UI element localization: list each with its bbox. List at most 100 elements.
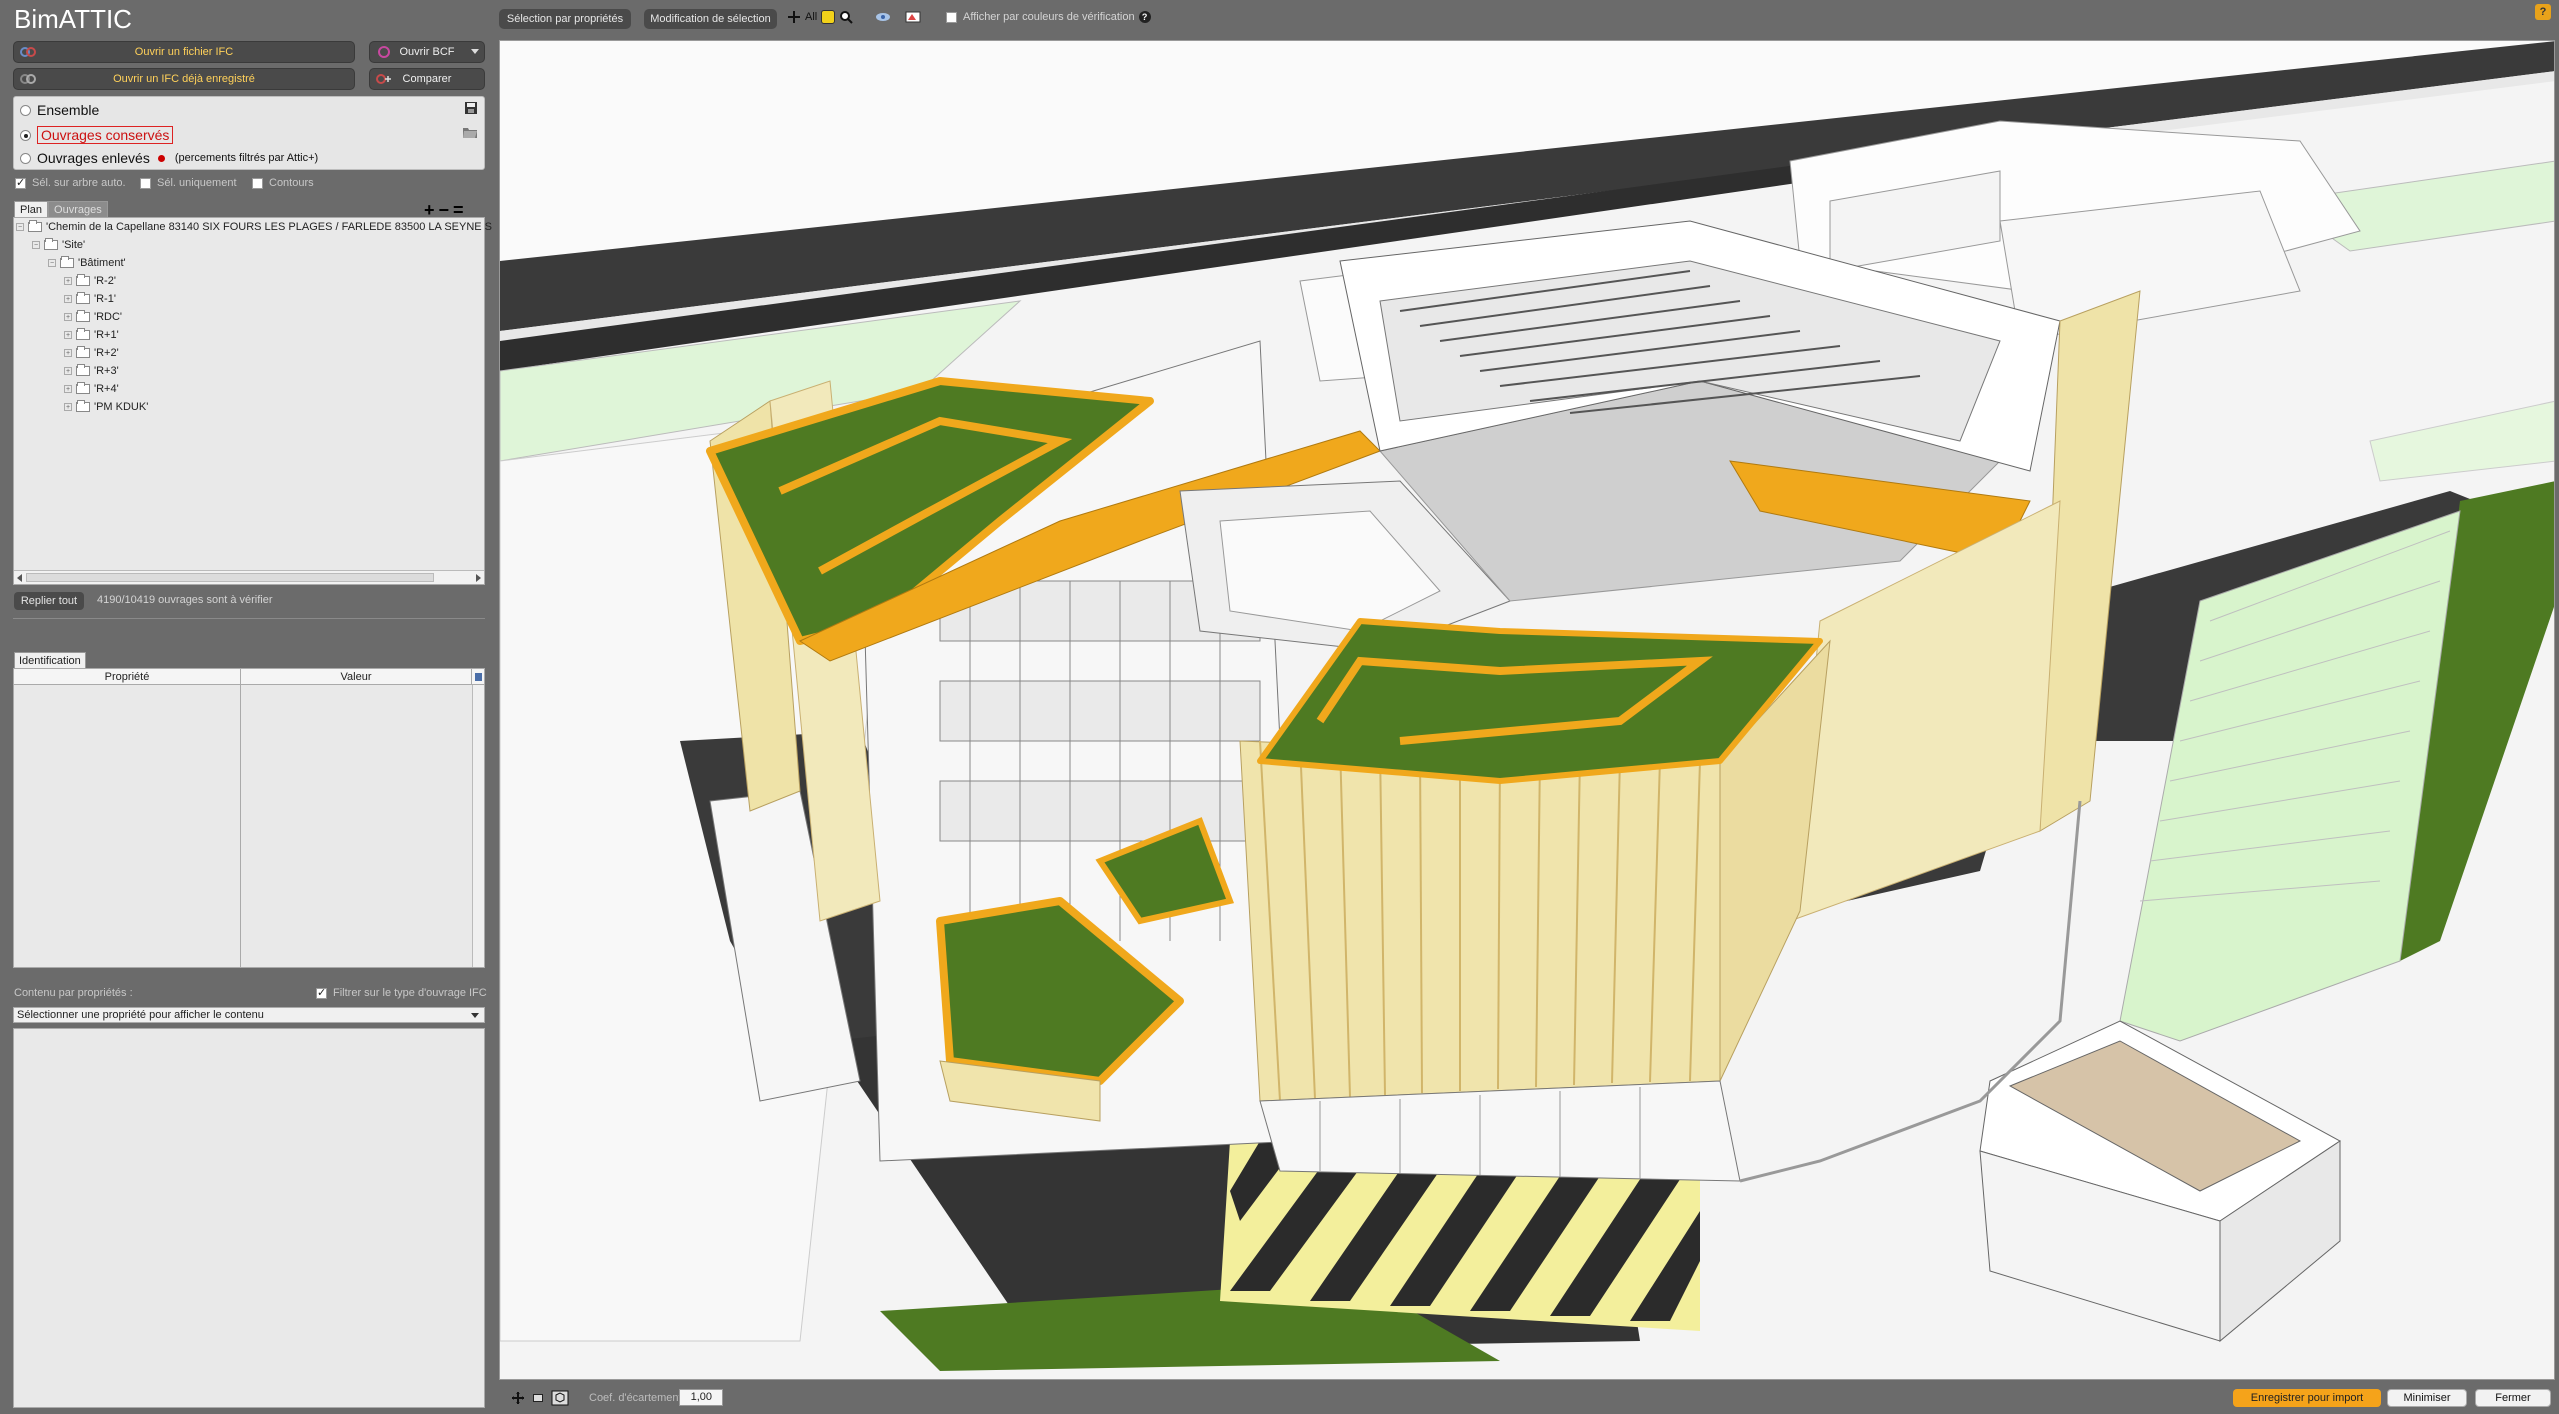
chevron-down-icon[interactable] [471, 1013, 479, 1018]
collapse-icon[interactable]: − [16, 223, 24, 231]
option-sel-only[interactable]: Sél. uniquement [140, 177, 237, 189]
option-sel-auto[interactable]: Sél. sur arbre auto. [15, 176, 126, 189]
open-saved-ifc-button[interactable]: Ouvrir un IFC déjà enregistré [13, 68, 355, 90]
tree-node-level[interactable]: + 'R+4' [64, 382, 119, 395]
folder-icon [76, 346, 90, 358]
scroll-left-icon[interactable] [17, 574, 22, 582]
expand-icon[interactable]: + [64, 403, 72, 411]
tree-node-level[interactable]: + 'R+2' [64, 346, 119, 359]
tree-level-label: 'R+2' [94, 347, 119, 359]
divider [13, 618, 485, 619]
modify-selection-button[interactable]: Modification de sélection [644, 9, 777, 29]
tab-ouvrages[interactable]: Ouvrages [48, 201, 108, 218]
property-vscrollbar[interactable] [472, 685, 484, 967]
content-by-props-label: Contenu par propriétés : [14, 987, 133, 999]
saved-ifc-icon [20, 74, 36, 84]
close-button[interactable]: Fermer [2475, 1389, 2551, 1407]
tree-level-label: 'R+3' [94, 365, 119, 377]
tree-tabs: Plan Ouvrages [14, 201, 108, 218]
collapse-icon[interactable]: − [32, 241, 40, 249]
expand-icon[interactable]: + [64, 349, 72, 357]
3d-viewport[interactable] [499, 40, 2555, 1380]
tree-node-level[interactable]: + 'RDC' [64, 310, 122, 323]
verif-color-checkbox[interactable] [946, 11, 957, 23]
chevron-down-icon[interactable] [471, 49, 479, 54]
tree-node-level[interactable]: + 'PM KDUK' [64, 400, 148, 413]
open-ifc-label: Ouvrir un fichier IFC [134, 46, 234, 58]
folder-icon [76, 364, 90, 376]
tree-node-building[interactable]: − 'Bâtiment' [48, 256, 126, 269]
radio-enleves[interactable] [20, 152, 31, 164]
all-label[interactable]: All [805, 11, 817, 23]
move-icon[interactable] [787, 10, 801, 24]
mode-ensemble[interactable]: Ensemble [20, 102, 99, 118]
highlight-icon[interactable] [821, 10, 836, 24]
filter-ifc-checkbox[interactable] [316, 986, 327, 999]
verif-color-toggle[interactable]: Afficher par couleurs de vérification ? [946, 11, 1151, 23]
tree-node-level[interactable]: + 'R+1' [64, 328, 119, 341]
coef-stepper[interactable]: 1,00 [679, 1389, 723, 1406]
minimize-button[interactable]: Minimiser [2387, 1389, 2467, 1407]
help-button[interactable]: ? [2535, 4, 2551, 20]
property-select[interactable]: Sélectionner une propriété pour afficher… [13, 1007, 485, 1023]
folder-icon [28, 220, 42, 232]
expand-icon[interactable]: + [64, 367, 72, 375]
expand-icon[interactable]: + [64, 385, 72, 393]
sel-only-label: Sél. uniquement [157, 177, 237, 189]
left-panel: BimATTIC Ouvrir un fichier IFC Ouvrir BC… [0, 0, 492, 1414]
compare-button[interactable]: Comparer [369, 68, 485, 90]
col-value[interactable]: Valeur [241, 669, 472, 684]
collapse-icon[interactable]: − [48, 259, 56, 267]
filter-ifc-type[interactable]: Filtrer sur le type d'ouvrage IFC [316, 986, 487, 999]
tree-node-level[interactable]: + 'R-2' [64, 274, 116, 287]
collapse-all-button[interactable]: Replier tout [14, 592, 84, 610]
expand-icon[interactable]: + [64, 277, 72, 285]
contours-checkbox[interactable] [252, 177, 263, 189]
property-table: Propriété Valeur [13, 668, 485, 968]
building-model-render[interactable] [500, 41, 2555, 1380]
folder-open-icon[interactable] [462, 125, 478, 139]
tree-level-label: 'R-2' [94, 275, 116, 287]
open-ifc-button[interactable]: Ouvrir un fichier IFC [13, 41, 355, 63]
col-property[interactable]: Propriété [14, 669, 241, 684]
mode-conserves[interactable]: Ouvrages conservés [20, 126, 174, 144]
radio-conserves[interactable] [20, 129, 31, 141]
cube-view-icon[interactable] [551, 1390, 569, 1406]
plan-view-icon[interactable] [533, 1394, 543, 1402]
scroll-right-icon[interactable] [476, 574, 481, 582]
help-icon[interactable]: ? [1138, 11, 1151, 23]
tree-hscrollbar[interactable] [14, 570, 484, 584]
mode-conserves-label: Ouvrages conservés [37, 126, 174, 144]
property-table-header: Propriété Valeur [14, 669, 484, 685]
open-bcf-label: Ouvrir BCF [399, 46, 455, 58]
eye-icon[interactable] [875, 10, 891, 24]
scroll-thumb[interactable] [26, 573, 434, 582]
save-import-button[interactable]: Enregistrer pour import [2233, 1389, 2381, 1407]
option-contours[interactable]: Contours [252, 177, 314, 189]
expand-icon[interactable]: + [64, 331, 72, 339]
floppy-save-icon[interactable] [464, 101, 478, 115]
folder-icon [60, 256, 74, 268]
mode-enleves[interactable]: Ouvrages enlevés (percements filtrés par… [20, 150, 318, 166]
sel-only-checkbox[interactable] [140, 177, 151, 189]
copy-icon[interactable] [472, 669, 484, 684]
view-tools [511, 1390, 569, 1406]
color-check-icon[interactable] [905, 10, 921, 24]
tree-node-level[interactable]: + 'R+3' [64, 364, 119, 377]
tree-node-site[interactable]: − 'Site' [32, 238, 85, 251]
sel-auto-checkbox[interactable] [15, 176, 26, 189]
move-icon[interactable] [511, 1391, 525, 1405]
zoom-selection-icon[interactable] [839, 10, 853, 24]
select-by-props-button[interactable]: Sélection par propriétés [499, 9, 631, 29]
expand-icon[interactable]: + [64, 313, 72, 321]
tab-identification[interactable]: Identification [14, 652, 86, 669]
radio-ensemble[interactable] [20, 104, 31, 116]
tab-plan[interactable]: Plan [14, 201, 49, 218]
column-divider [240, 685, 241, 967]
tree-level-label: 'R+4' [94, 383, 119, 395]
open-bcf-button[interactable]: Ouvrir BCF [369, 41, 485, 63]
bottom-bar: Coef. d'écartement 1,00 Enregistrer pour… [499, 1384, 2555, 1412]
tree-node-level[interactable]: + 'R-1' [64, 292, 116, 305]
expand-icon[interactable]: + [64, 295, 72, 303]
tree-node-root[interactable]: − 'Chemin de la Capellane 83140 SIX FOUR… [16, 220, 492, 233]
